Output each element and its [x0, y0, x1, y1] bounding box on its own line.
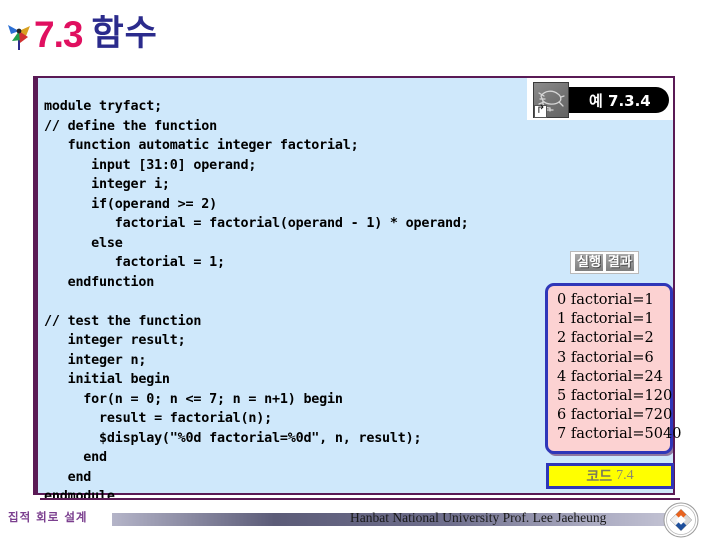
shortcut-arrow-icon — [534, 103, 547, 118]
output-line: 0 factorial=1 — [557, 292, 654, 308]
code-caption-korean: 코드 — [586, 469, 613, 485]
university-seal-icon — [663, 502, 699, 538]
page-title-korean: 함수 — [91, 13, 158, 54]
page-title-number: 7.3 — [34, 13, 83, 55]
run-result-label: 실행 결과 — [570, 251, 639, 274]
output-line: 6 factorial=720 — [557, 407, 673, 424]
run-result-label-part1: 실행 — [575, 254, 603, 271]
example-badge-label: 예 7.3.4 — [563, 87, 669, 113]
output-line: 7 factorial=5040 — [557, 426, 682, 443]
example-badge[interactable]: 예 7.3.4 — [533, 82, 669, 118]
output-line: 1 factorial=1 — [557, 311, 654, 328]
run-result-label-part2: 결과 — [605, 254, 634, 271]
output-line: 4 factorial=24 — [557, 368, 663, 385]
document-shortcut-icon[interactable] — [533, 82, 569, 118]
code-caption-badge: 코드 7.4 — [546, 463, 674, 489]
output-line: 2 factorial=2 — [557, 330, 654, 347]
output-line: 5 factorial=120 — [557, 388, 673, 405]
page-title: 7.3 함수 — [6, 6, 158, 62]
code-caption-number: 7.4 — [616, 468, 634, 483]
pinwheel-icon — [6, 17, 32, 51]
course-title-label: 집적 회로 설계 — [8, 510, 88, 524]
verilog-code-listing: module tryfact; // define the function f… — [44, 99, 469, 505]
footer-divider — [40, 498, 680, 500]
simulation-output-box: 0 factorial=1 1 factorial=1 2 factorial=2 3… — [545, 283, 682, 454]
output-line: 3 factorial=6 — [557, 349, 654, 366]
footer-credit-text: Hanbat National University Prof. Lee Jae… — [350, 510, 607, 525]
